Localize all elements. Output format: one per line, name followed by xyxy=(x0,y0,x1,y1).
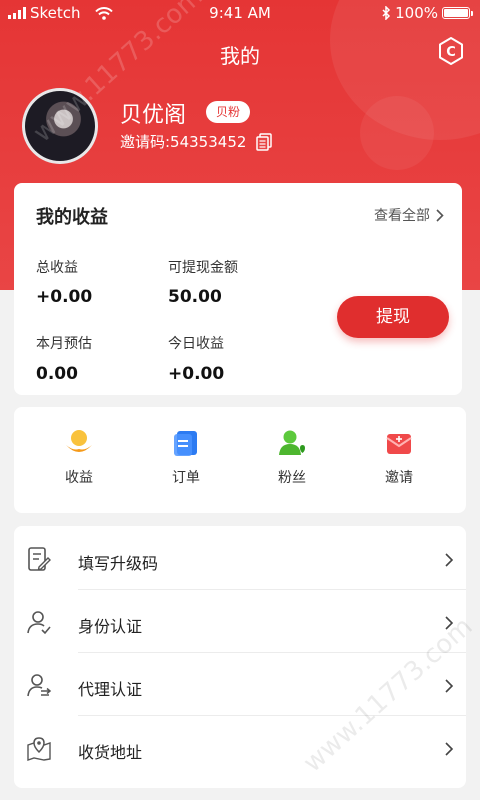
user-verify-icon xyxy=(27,611,51,635)
page-title: 我的 xyxy=(220,44,260,68)
agent-icon xyxy=(27,674,52,697)
fans-icon xyxy=(279,430,305,455)
view-all-label: 查看全部 xyxy=(374,208,430,224)
today-earnings-label: 今日收益 xyxy=(168,336,224,352)
menu-item-shipping-address[interactable]: 收货地址 xyxy=(14,717,466,779)
shortcut-card: 收益 订单 粉丝 邀请 xyxy=(14,407,466,513)
withdraw-button[interactable]: 提现 xyxy=(337,296,449,338)
earnings-icon xyxy=(66,430,92,452)
chevron-right-icon xyxy=(445,616,454,630)
view-all-link[interactable]: 查看全部 xyxy=(374,205,444,225)
settings-icon[interactable]: C xyxy=(436,36,466,66)
invite-code-row: 邀请码:54353452 xyxy=(120,131,273,152)
withdrawable-value: 50.00 xyxy=(168,287,222,307)
menu-item-agent-verify[interactable]: 代理认证 xyxy=(14,654,466,716)
shortcut-invite-label: 邀请 xyxy=(385,470,413,486)
menu-card: 填写升级码 身份认证 代理认证 收货地址 xyxy=(14,526,466,788)
invite-icon xyxy=(386,434,412,454)
shortcut-earnings-label: 收益 xyxy=(65,470,93,486)
avatar[interactable] xyxy=(22,88,98,164)
total-earnings-label: 总收益 xyxy=(36,260,78,276)
bluetooth-icon xyxy=(382,6,391,20)
chevron-right-icon xyxy=(436,208,444,222)
chevron-right-icon xyxy=(445,679,454,693)
username: 贝优阁 xyxy=(120,103,187,128)
menu-item-label: 填写升级码 xyxy=(78,554,159,573)
order-icon xyxy=(174,431,197,456)
battery-icon xyxy=(442,7,473,19)
divider xyxy=(78,652,466,653)
member-badge: 贝粉 xyxy=(206,101,251,123)
status-bar: Sketch 9:41 AM 100% xyxy=(0,0,480,28)
menu-item-upgrade-code[interactable]: 填写升级码 xyxy=(14,528,466,590)
menu-item-label: 身份认证 xyxy=(78,617,143,636)
shortcut-orders-label: 订单 xyxy=(172,470,200,486)
copy-icon[interactable] xyxy=(256,132,273,151)
shortcut-invite[interactable]: 邀请 xyxy=(359,427,439,487)
menu-item-label: 收货地址 xyxy=(78,743,143,762)
battery-percent: 100% xyxy=(395,4,438,22)
edit-form-icon xyxy=(28,547,51,571)
divider xyxy=(78,715,466,716)
menu-item-label: 代理认证 xyxy=(78,680,143,699)
invite-code: 邀请码:54353452 xyxy=(120,133,247,151)
shortcut-earnings[interactable]: 收益 xyxy=(39,427,119,487)
month-estimate-value: 0.00 xyxy=(36,364,78,384)
today-earnings-value: +0.00 xyxy=(168,364,225,384)
chevron-right-icon xyxy=(445,553,454,567)
shortcut-fans-label: 粉丝 xyxy=(278,470,306,486)
month-estimate-label: 本月预估 xyxy=(36,336,92,352)
divider xyxy=(78,589,466,590)
shortcut-fans[interactable]: 粉丝 xyxy=(252,427,332,487)
location-icon xyxy=(27,737,51,761)
earnings-title: 我的收益 xyxy=(36,207,108,228)
withdrawable-label: 可提现金额 xyxy=(168,260,238,276)
total-earnings-value: +0.00 xyxy=(36,287,93,307)
shortcut-orders[interactable]: 订单 xyxy=(146,427,226,487)
chevron-right-icon xyxy=(445,742,454,756)
menu-item-identity-verify[interactable]: 身份认证 xyxy=(14,591,466,653)
svg-text:C: C xyxy=(446,45,456,60)
earnings-card: 我的收益 查看全部 总收益 +0.00 可提现金额 50.00 本月预估 0.0… xyxy=(14,183,462,395)
